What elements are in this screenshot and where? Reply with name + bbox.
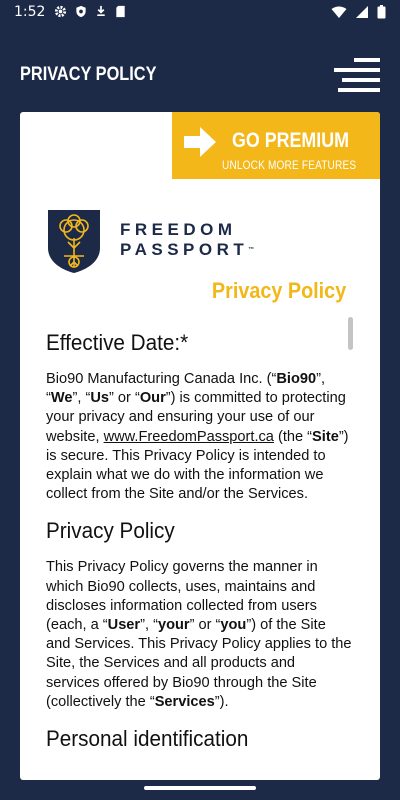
policy-paragraph: This Privacy Policy governs the manner i…: [46, 558, 352, 712]
intro-bold-bio90: Bio90: [276, 371, 317, 387]
policy-bold-you: you: [220, 617, 247, 634]
sd-card-icon: [116, 5, 125, 18]
wifi-icon: [331, 6, 347, 18]
intro-bold-we: We: [50, 390, 73, 407]
privacy-policy-heading: Privacy Policy: [211, 278, 346, 303]
download-icon: [97, 5, 105, 17]
policy-text: ”, “: [140, 617, 158, 634]
content-card: GO PREMIUM UNLOCK MORE FEATURES FREEDOM …: [20, 112, 380, 780]
intro-text: ” or “: [109, 390, 140, 407]
home-gesture-handle[interactable]: [144, 786, 256, 790]
brand-tm: ™: [248, 247, 255, 253]
policy-text: ” or “: [189, 617, 221, 634]
policy-bold-your: your: [157, 617, 190, 634]
brand-line2-text: PASSPORT: [120, 240, 249, 259]
brand-wordmark: FREEDOM PASSPORT™: [120, 220, 254, 260]
intro-bold-our: Our: [139, 390, 166, 407]
app-bar: PRIVACY POLICY: [0, 26, 400, 112]
gesture-nav-bar: [0, 780, 400, 800]
settings-icon: [54, 5, 67, 18]
effective-date-heading: Effective Date:*: [46, 330, 189, 355]
intro-bold-site: Site: [312, 428, 339, 445]
privacy-policy-section-heading: Privacy Policy: [46, 518, 175, 544]
policy-bold-services: Services: [154, 693, 215, 710]
go-premium-subtitle: UNLOCK MORE FEATURES: [222, 158, 357, 172]
brand-line1: FREEDOM: [120, 220, 237, 239]
website-link[interactable]: www.FreedomPassport.ca: [104, 429, 274, 445]
status-bar: 1:52: [0, 0, 400, 26]
policy-content: Effective Date:* Bio90 Manufacturing Can…: [46, 330, 352, 766]
status-right-icons: [331, 5, 386, 19]
intro-text: ”, “: [72, 390, 91, 407]
battery-icon: [377, 5, 386, 19]
intro-text: Bio90 Manufacturing Canada Inc. (“: [46, 371, 277, 387]
shield-icon: [76, 5, 86, 18]
status-icons: [54, 5, 126, 18]
freedom-passport-logo-icon: [48, 210, 100, 273]
go-premium-button[interactable]: GO PREMIUM UNLOCK MORE FEATURES: [172, 112, 380, 179]
brand-line2: PASSPORT™: [120, 240, 254, 260]
page-title: PRIVACY POLICY: [20, 64, 157, 85]
go-premium-label: GO PREMIUM: [232, 129, 350, 152]
intro-bold-us: Us: [90, 390, 110, 407]
intro-paragraph: Bio90 Manufacturing Canada Inc. (“Bio90 ”…: [46, 370, 352, 504]
policy-bold-user: User: [107, 617, 141, 634]
personal-identification-heading: Personal identification: [46, 726, 249, 752]
hamburger-menu-icon[interactable]: [334, 58, 380, 94]
status-time: 1:52: [14, 4, 46, 20]
policy-text: ”).: [214, 693, 229, 710]
signal-icon: [356, 5, 368, 18]
arrow-right-icon: [184, 127, 216, 157]
intro-text: (the “: [273, 428, 313, 445]
